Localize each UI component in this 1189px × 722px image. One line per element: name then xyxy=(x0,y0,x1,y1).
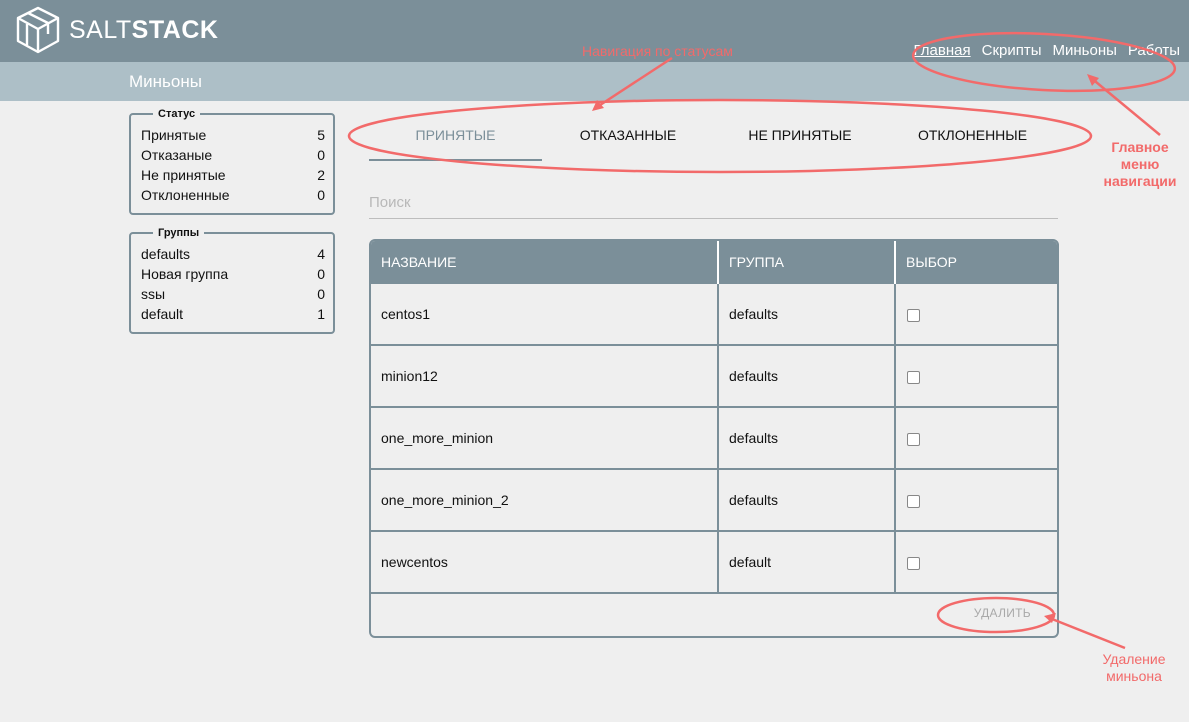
saltstack-logo-icon[interactable] xyxy=(13,5,63,55)
brand-part-salt: SALT xyxy=(69,16,132,44)
table-row: centos1 defaults xyxy=(371,284,1057,346)
annotation-line: Главное xyxy=(1111,139,1169,155)
tab-rejected[interactable]: ОТКАЗАННЫЕ xyxy=(542,115,714,161)
annotation-status-nav: Навигация по статусам xyxy=(582,43,733,59)
page-title: Миньоны xyxy=(129,72,202,91)
brand-part-stack: STACK xyxy=(131,16,219,44)
nav-item-minions[interactable]: Миньоны xyxy=(1053,42,1117,60)
table-row: one_more_minion_2 defaults xyxy=(371,470,1057,532)
groups-panel-title: Группы xyxy=(153,227,205,239)
delete-button[interactable]: УДАЛИТЬ xyxy=(974,606,1031,620)
minion-group: defaults xyxy=(719,470,896,530)
annotation-line: миньона xyxy=(1106,668,1162,684)
status-count: 2 xyxy=(317,167,325,183)
annotation-line: навигации xyxy=(1103,173,1177,189)
select-checkbox[interactable] xyxy=(907,370,920,384)
minion-name: newcentos xyxy=(371,532,719,592)
table-header: НАЗВАНИЕ ГРУППА ВЫБОР xyxy=(371,241,1057,284)
tab-accepted[interactable]: ПРИНЯТЫЕ xyxy=(369,115,542,161)
group-count: 4 xyxy=(317,246,325,262)
nav-item-scripts[interactable]: Скрипты xyxy=(982,42,1042,60)
group-label: default xyxy=(141,306,184,322)
status-row-unaccepted[interactable]: Не принятые 2 xyxy=(131,165,333,185)
status-label: Не принятые xyxy=(141,167,226,183)
groups-panel: Группы defaults 4 Новая группа 0 ssы 0 d… xyxy=(129,227,335,334)
status-row-accepted[interactable]: Принятые 5 xyxy=(131,125,333,145)
status-label: Отказаные xyxy=(141,147,213,163)
table-row: newcentos default xyxy=(371,532,1057,594)
group-count: 1 xyxy=(317,306,325,322)
column-header-select: ВЫБОР xyxy=(906,254,957,270)
table-row: one_more_minion defaults xyxy=(371,408,1057,470)
minion-group: defaults xyxy=(719,408,896,468)
annotation-main-menu: Главное меню навигации xyxy=(1092,139,1188,190)
tab-unaccepted[interactable]: НЕ ПРИНЯТЫЕ xyxy=(714,115,886,161)
status-count: 0 xyxy=(317,187,325,203)
annotation-line: меню xyxy=(1120,156,1160,172)
status-count: 0 xyxy=(317,147,325,163)
annotation-delete: Удаление миньона xyxy=(1090,651,1178,685)
status-count: 5 xyxy=(317,127,325,143)
search-input[interactable]: Поиск xyxy=(369,190,1058,219)
minion-group: default xyxy=(719,532,896,592)
group-row[interactable]: defaults 4 xyxy=(131,244,333,264)
minion-group: defaults xyxy=(719,346,896,406)
status-row-rejected[interactable]: Отказаные 0 xyxy=(131,145,333,165)
group-count: 0 xyxy=(317,286,325,302)
group-count: 0 xyxy=(317,266,325,282)
minion-name: centos1 xyxy=(371,284,719,344)
column-header-name: НАЗВАНИЕ xyxy=(371,241,719,284)
tab-denied[interactable]: ОТКЛОНЕННЫЕ xyxy=(886,115,1059,161)
table-footer: УДАЛИТЬ xyxy=(371,594,1057,636)
minion-name: one_more_minion_2 xyxy=(371,470,719,530)
status-label: Принятые xyxy=(141,127,207,143)
status-panel: Статус Принятые 5 Отказаные 0 Не приняты… xyxy=(129,108,335,215)
status-label: Отклоненные xyxy=(141,187,230,203)
minions-table: НАЗВАНИЕ ГРУППА ВЫБОР centos1 defaults m… xyxy=(369,239,1059,638)
select-checkbox[interactable] xyxy=(907,432,920,446)
status-row-denied[interactable]: Отклоненные 0 xyxy=(131,185,333,205)
brand-name[interactable]: SALTSTACK xyxy=(69,15,218,45)
minion-name: minion12 xyxy=(371,346,719,406)
status-tabs: ПРИНЯТЫЕ ОТКАЗАННЫЕ НЕ ПРИНЯТЫЕ ОТКЛОНЕН… xyxy=(369,115,1059,161)
group-row[interactable]: Новая группа 0 xyxy=(131,264,333,284)
arrowhead-icon xyxy=(592,100,604,111)
annotation-line: Удаление xyxy=(1102,651,1166,667)
column-header-group: ГРУППА xyxy=(719,241,896,284)
status-panel-title: Статус xyxy=(153,108,201,120)
select-checkbox[interactable] xyxy=(907,494,920,508)
group-label: ssы xyxy=(141,286,166,302)
group-row[interactable]: ssы 0 xyxy=(131,284,333,304)
main-nav: Главная Скрипты Миньоны Работы xyxy=(914,42,1180,60)
select-checkbox[interactable] xyxy=(907,308,920,322)
select-checkbox[interactable] xyxy=(907,556,920,570)
group-row[interactable]: default 1 xyxy=(131,304,333,324)
group-label: Новая группа xyxy=(141,266,229,282)
table-row: minion12 defaults xyxy=(371,346,1057,408)
page-header: Миньоны xyxy=(0,62,1189,101)
minion-name: one_more_minion xyxy=(371,408,719,468)
nav-item-jobs[interactable]: Работы xyxy=(1128,42,1180,60)
nav-item-home[interactable]: Главная xyxy=(914,42,971,60)
group-label: defaults xyxy=(141,246,191,262)
minion-group: defaults xyxy=(719,284,896,344)
